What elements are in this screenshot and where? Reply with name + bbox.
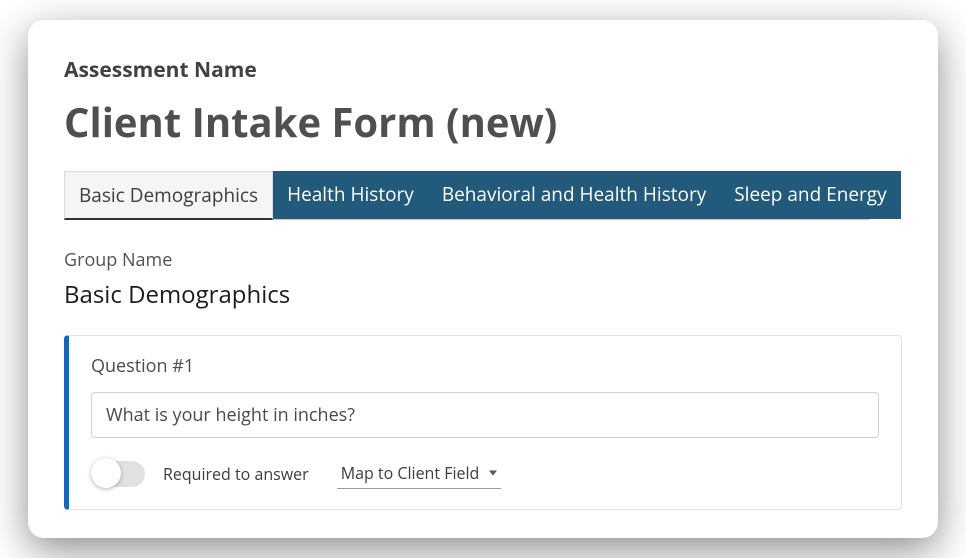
tabs-bar: Basic Demographics Health History Behavi… (64, 171, 870, 220)
tab-sleep-energy[interactable]: Sleep and Energy (720, 171, 900, 219)
chevron-down-icon (489, 471, 497, 476)
assessment-title: Client Intake Form (new) (64, 94, 902, 149)
assessment-name-label: Assessment Name (64, 56, 902, 84)
group-title: Basic Demographics (64, 278, 902, 311)
map-to-client-field-select[interactable]: Map to Client Field (337, 458, 502, 489)
required-toggle-label: Required to answer (163, 463, 309, 485)
tab-basic-demographics[interactable]: Basic Demographics (64, 171, 273, 220)
question-text-input[interactable] (91, 392, 879, 438)
question-controls-row: Required to answer Map to Client Field (91, 458, 879, 489)
question-card: Question #1 Required to answer Map to Cl… (64, 335, 902, 510)
form-builder-card: Assessment Name Client Intake Form (new)… (28, 20, 938, 538)
map-select-label: Map to Client Field (341, 462, 480, 484)
tab-behavioral-health-history[interactable]: Behavioral and Health History (428, 171, 720, 219)
toggle-knob (91, 458, 121, 488)
group-name-label: Group Name (64, 248, 902, 272)
question-number-label: Question #1 (91, 354, 879, 378)
required-toggle[interactable] (91, 461, 145, 487)
tab-health-history[interactable]: Health History (273, 171, 428, 219)
